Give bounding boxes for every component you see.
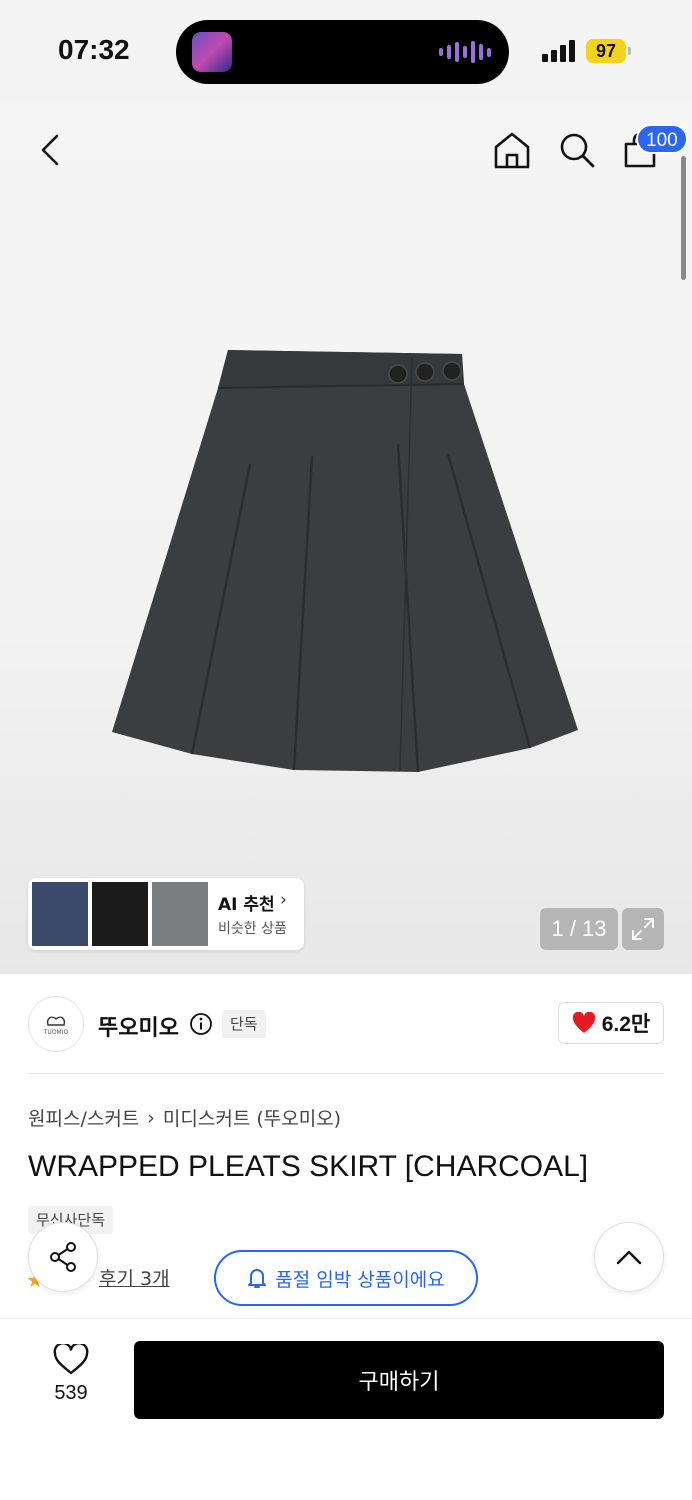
home-icon bbox=[494, 132, 530, 169]
info-icon[interactable] bbox=[189, 1012, 213, 1036]
expand-icon bbox=[632, 918, 654, 940]
brand-logo-text: TUOMIO bbox=[43, 1028, 69, 1036]
audio-wave-icon bbox=[439, 40, 491, 64]
status-time: 07:32 bbox=[58, 34, 130, 65]
chevron-up-icon bbox=[616, 1250, 642, 1265]
breadcrumb-subcategory[interactable]: 미디스커트 (뚜오미오) bbox=[163, 1104, 341, 1131]
product-image-skirt[interactable] bbox=[108, 344, 584, 776]
share-icon bbox=[50, 1242, 76, 1272]
exclusive-badge: 단독 bbox=[222, 1010, 266, 1038]
home-button[interactable] bbox=[490, 128, 534, 172]
scroll-top-button[interactable] bbox=[594, 1222, 664, 1292]
buy-button[interactable]: 구매하기 bbox=[134, 1341, 664, 1419]
search-button[interactable] bbox=[555, 128, 599, 172]
status-bar: 07:32 97 bbox=[0, 0, 692, 100]
wishlist-button[interactable]: 539 bbox=[36, 1344, 106, 1414]
product-title: WRAPPED PLEATS SKIRT [CHARCOAL] bbox=[28, 1150, 589, 1183]
divider bbox=[28, 1073, 664, 1074]
now-playing-artwork bbox=[192, 32, 232, 72]
brand-logo[interactable]: TUOMIO bbox=[28, 996, 84, 1052]
recommend-thumb-navy[interactable] bbox=[32, 882, 88, 946]
recommend-thumb-gray[interactable] bbox=[152, 882, 208, 946]
back-button[interactable] bbox=[30, 128, 70, 172]
battery-tip bbox=[628, 47, 631, 55]
share-button[interactable] bbox=[28, 1222, 98, 1292]
fullscreen-button[interactable] bbox=[622, 908, 664, 950]
brand-name[interactable]: 뚜오미오 bbox=[98, 1010, 179, 1042]
soldout-soon-label: 품절 임박 상품이에요 bbox=[275, 1268, 445, 1291]
chevron-right-icon: › bbox=[147, 1106, 155, 1129]
review-link[interactable]: 후기 3개 bbox=[99, 1264, 170, 1291]
brand-like-button[interactable]: 6.2만 bbox=[558, 1002, 664, 1044]
breadcrumb-category[interactable]: 원피스/스커트 bbox=[28, 1104, 139, 1131]
chevron-left-icon bbox=[41, 134, 59, 166]
signal-icon bbox=[542, 40, 575, 62]
heart-outline-icon bbox=[53, 1344, 89, 1375]
battery-icon: 97 bbox=[586, 39, 626, 63]
chevron-right-icon: › bbox=[280, 890, 287, 910]
image-counter: 1 / 13 bbox=[540, 908, 618, 950]
ai-recommend-subtitle: 비슷한 상품 bbox=[218, 921, 287, 937]
soldout-soon-notice[interactable]: 품절 임박 상품이에요 bbox=[214, 1250, 478, 1306]
cart-count-badge: 100 bbox=[636, 124, 688, 154]
scrollbar[interactable] bbox=[681, 156, 686, 280]
search-icon bbox=[560, 133, 595, 168]
breadcrumb: 원피스/스커트 › 미디스커트 (뚜오미오) bbox=[28, 1104, 341, 1131]
recommend-thumb-black[interactable] bbox=[92, 882, 148, 946]
dynamic-island[interactable] bbox=[176, 20, 509, 84]
wishlist-count: 539 bbox=[54, 1382, 88, 1404]
brand-like-count: 6.2만 bbox=[601, 1013, 651, 1036]
ai-recommend-title: AI 추천 bbox=[218, 895, 275, 915]
ai-recommend-card[interactable]: AI 추천 › 비슷한 상품 bbox=[28, 878, 304, 950]
bell-icon bbox=[248, 1269, 267, 1288]
heart-filled-icon bbox=[572, 1012, 595, 1033]
brand-logo-mark bbox=[46, 1016, 66, 1026]
